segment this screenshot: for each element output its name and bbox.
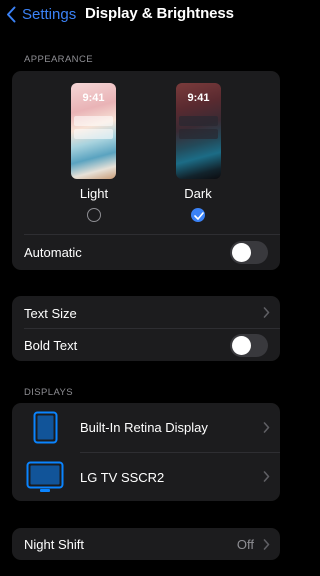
chevron-right-icon [263, 539, 270, 550]
displays-group: Built-In Retina Display LG TV SSCR2 [12, 403, 280, 501]
chevron-left-icon [7, 6, 16, 22]
night-shift-value: Off [236, 537, 254, 552]
widget-placeholder [74, 129, 113, 139]
bold-text-toggle[interactable] [230, 334, 268, 357]
light-mode-preview[interactable]: 9:41 [71, 83, 116, 179]
chevron-right-icon [263, 471, 270, 482]
toggle-knob [232, 243, 251, 262]
page-title: Display & Brightness [85, 5, 234, 22]
navigation-bar: Settings Display & Brightness [0, 0, 292, 30]
chevron-right-icon [263, 422, 270, 433]
bold-text-label: Bold Text [24, 338, 78, 353]
night-shift-row[interactable]: Night Shift Off [12, 528, 280, 560]
bold-text-row: Bold Text [12, 329, 280, 361]
display-label-built-in: Built-In Retina Display [80, 420, 208, 435]
text-group: Text Size Bold Text [12, 296, 280, 361]
dark-mode-preview[interactable]: 9:41 [176, 83, 221, 179]
night-shift-group: Night Shift Off [12, 528, 280, 560]
automatic-label: Automatic [24, 245, 82, 260]
automatic-toggle[interactable] [230, 241, 268, 264]
widget-placeholder [179, 116, 218, 126]
appearance-group: 9:41 Light 9:41 Dark Automatic [12, 71, 280, 270]
back-button[interactable]: Settings [6, 4, 76, 24]
chevron-right-icon [263, 307, 270, 318]
toggle-knob [232, 336, 251, 355]
displays-header: DISPLAYS [24, 387, 73, 398]
light-preview-time: 9:41 [82, 92, 105, 104]
dark-preview-time: 9:41 [187, 92, 210, 104]
display-row-lg-tv[interactable]: LG TV SSCR2 [12, 453, 280, 501]
widget-placeholder [74, 116, 113, 126]
dark-mode-label: Dark [184, 186, 212, 201]
dark-mode-radio[interactable] [191, 208, 205, 222]
light-mode-label: Light [79, 186, 109, 201]
display-row-built-in[interactable]: Built-In Retina Display [12, 403, 280, 452]
automatic-row: Automatic [12, 235, 280, 270]
appearance-header: APPEARANCE [24, 54, 93, 65]
text-size-row[interactable]: Text Size [12, 296, 280, 328]
text-size-label: Text Size [24, 306, 77, 321]
checkmark-icon [194, 212, 204, 220]
night-shift-label: Night Shift [24, 537, 84, 552]
widget-placeholder [179, 129, 218, 139]
ipad-icon [33, 411, 58, 444]
display-label-lg-tv: LG TV SSCR2 [80, 470, 165, 485]
tv-icon [26, 461, 64, 492]
light-mode-radio[interactable] [87, 208, 101, 222]
back-button-label: Settings [22, 5, 77, 23]
